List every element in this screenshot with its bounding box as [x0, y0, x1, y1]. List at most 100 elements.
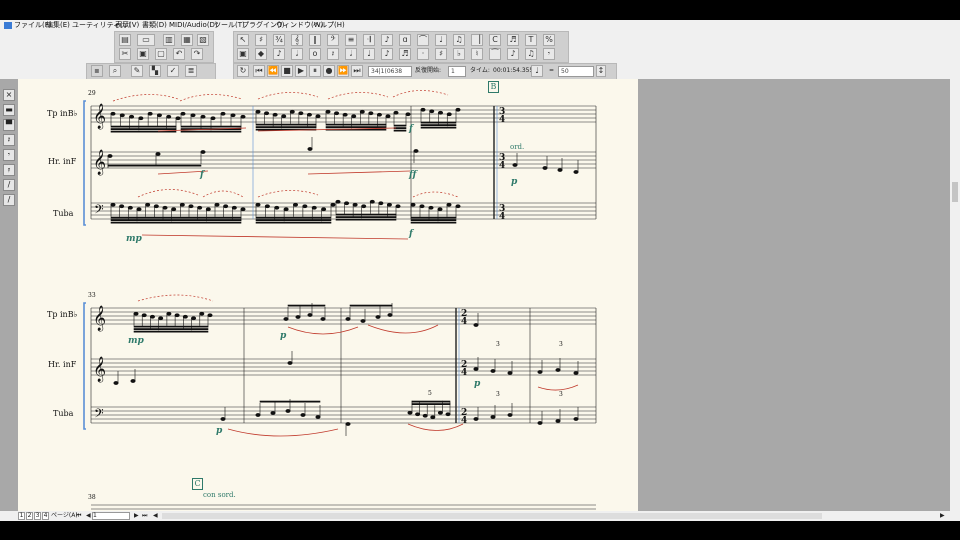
dynamic-mp-tp2[interactable]: mp	[128, 336, 144, 346]
dynamic-ff-hr1[interactable]: ff	[409, 170, 416, 180]
page-4-button[interactable]: 4	[42, 512, 49, 520]
staff-label-trumpet-2[interactable]: Tp inB♭	[47, 310, 77, 319]
dynamic-p-hr1[interactable]: p	[511, 177, 517, 187]
copy-icon[interactable]: ▣	[137, 48, 149, 60]
smart-shape-icon[interactable]: ⌒	[417, 34, 429, 46]
horizontal-scrollbar[interactable]	[162, 513, 822, 519]
vertical-scroll-thumb[interactable]	[952, 182, 958, 202]
pause-icon[interactable]: ⏸	[309, 65, 321, 77]
staff-label-trumpet-1[interactable]: Tp inB♭	[47, 109, 77, 118]
rest-tool-icon[interactable]: 𝄾	[543, 48, 555, 60]
chord-tool-icon[interactable]: ♫	[453, 34, 465, 46]
dot-icon[interactable]: ·	[417, 48, 429, 60]
grace-note-icon[interactable]: ♪	[507, 48, 519, 60]
menu-view[interactable]: 表示(V)	[115, 21, 139, 30]
last-page-icon[interactable]: ⏭	[142, 511, 147, 521]
flat-icon[interactable]: ♭	[453, 48, 465, 60]
menu-edit[interactable]: 編集(E)	[46, 21, 70, 30]
time-signature-icon[interactable]: ¾	[273, 34, 285, 46]
selection-tool-icon[interactable]: ↖	[237, 34, 249, 46]
layout-icon[interactable]: ▚	[149, 65, 161, 77]
staff-label-tuba-1[interactable]: Tuba	[53, 209, 73, 218]
loop-icon[interactable]: ↻	[237, 65, 249, 77]
half-note-icon[interactable]: 𝅗𝅥	[345, 48, 357, 60]
sharp-icon[interactable]: ♯	[435, 48, 447, 60]
palette-slash2-icon[interactable]: /	[3, 194, 15, 206]
tuplet-tool-icon[interactable]: ♩	[435, 34, 447, 46]
hyperscribe-icon[interactable]: ◆	[255, 48, 267, 60]
quarter-note-icon[interactable]: ♩	[363, 48, 375, 60]
eighth-note-icon[interactable]: ♪	[381, 48, 393, 60]
wrench-icon[interactable]: ✎	[131, 65, 143, 77]
check-icon[interactable]: ✓	[167, 65, 179, 77]
note-mover-icon[interactable]: ♬	[507, 34, 519, 46]
new-icon[interactable]: ▤	[119, 34, 131, 46]
vertical-scrollbar[interactable]	[950, 79, 960, 511]
palette-eighth-rest-icon[interactable]: 𝄾	[3, 149, 15, 161]
rest-icon[interactable]: 𝄽	[327, 48, 339, 60]
palette-close-icon[interactable]: ×	[3, 89, 15, 101]
dynamic-p-hr2[interactable]: p	[474, 379, 480, 389]
dynamic-f-hr1[interactable]: f	[200, 170, 204, 180]
page-2-button[interactable]: 2	[26, 512, 33, 520]
sixteenth-note-icon[interactable]: ♬	[399, 48, 411, 60]
position-counter[interactable]: 34|1(0638	[368, 66, 412, 77]
mirror-tool-icon[interactable]: ▕	[471, 34, 483, 46]
menu-document[interactable]: 書類(D)	[142, 21, 167, 30]
beam-icon[interactable]: ♫	[525, 48, 537, 60]
scroll-right-icon[interactable]: ▶	[940, 511, 945, 521]
palette-whole-rest-icon[interactable]: ▀	[3, 119, 15, 131]
save-icon[interactable]: ▦	[181, 34, 193, 46]
key-signature-icon[interactable]: ♯	[255, 34, 267, 46]
export-icon[interactable]: ▧	[197, 34, 209, 46]
whole-note-icon[interactable]: o	[309, 48, 321, 60]
staff-tools-icon[interactable]: ≣	[185, 65, 197, 77]
repeat-start-select[interactable]: 1	[448, 66, 466, 77]
print-icon[interactable]: ▥	[163, 34, 175, 46]
undo-icon[interactable]: ↶	[173, 48, 185, 60]
first-page-icon[interactable]: ⏮	[76, 511, 81, 521]
tempo-input[interactable]: 50	[558, 66, 594, 77]
bass-clef-icon[interactable]: 𝄢	[327, 34, 339, 46]
dynamic-f-tuba1[interactable]: f	[409, 229, 413, 239]
clef-tool-icon[interactable]: 𝄞	[291, 34, 303, 46]
measure-tool-icon[interactable]: ‖	[309, 34, 321, 46]
graphics-tool-icon[interactable]: ▣	[237, 48, 249, 60]
staff-label-horn-2[interactable]: Hr. inF	[48, 360, 76, 369]
menu-help[interactable]: ヘルプ(H)	[313, 21, 345, 30]
record-icon[interactable]: ●	[323, 65, 335, 77]
staff-tool-icon[interactable]: ≡	[345, 34, 357, 46]
palette-slash-icon[interactable]: /	[3, 179, 15, 191]
play-icon[interactable]: ▶	[295, 65, 307, 77]
speedy-entry-icon[interactable]: ♪	[273, 48, 285, 60]
page-1-button[interactable]: 1	[18, 512, 25, 520]
scroll-left-icon[interactable]: ◀	[153, 511, 158, 521]
zoom-icon[interactable]: ⌕	[109, 65, 121, 77]
palette-sixteenth-rest-icon[interactable]: 𝄿	[3, 164, 15, 176]
page-input[interactable]: 1	[92, 512, 130, 520]
forward-end-icon[interactable]: ⏭	[351, 65, 363, 77]
special-tools-icon[interactable]: C	[489, 34, 501, 46]
paste-icon[interactable]: ▢	[155, 48, 167, 60]
fast-forward-icon[interactable]: ⏩	[337, 65, 349, 77]
score-page[interactable]: 𝄞 𝄞 𝄢 𝄞 𝄞 𝄢 3 4 3 4 3 4 2 4 2 4 2 4 Tp i…	[18, 79, 638, 511]
rewind-start-icon[interactable]: ⏮	[253, 65, 265, 77]
stop-icon[interactable]: ■	[281, 65, 293, 77]
ord-text[interactable]: ord.	[510, 143, 524, 151]
con-sord-text[interactable]: con sord.	[203, 491, 236, 499]
page-3-button[interactable]: 3	[34, 512, 41, 520]
natural-icon[interactable]: ♮	[471, 48, 483, 60]
dynamic-p-tp2[interactable]: p	[280, 331, 286, 341]
staff-label-tuba-2[interactable]: Tuba	[53, 409, 73, 418]
tempo-note-icon[interactable]: ♩	[531, 65, 543, 77]
page-view-icon[interactable]: ▪	[91, 65, 103, 77]
dynamic-f-tp1[interactable]: f	[409, 124, 413, 134]
redo-icon[interactable]: ↷	[191, 48, 203, 60]
staff-label-horn-1[interactable]: Hr. inF	[48, 157, 76, 166]
rehearsal-mark-b[interactable]: B	[488, 81, 499, 93]
tempo-spinner-icon[interactable]: ↕	[596, 65, 606, 77]
prev-page-icon[interactable]: ◀	[86, 511, 91, 521]
dynamic-mp-tuba1[interactable]: mp	[126, 234, 142, 244]
rewind-icon[interactable]: ⏪	[267, 65, 279, 77]
lyrics-tool-icon[interactable]: %	[543, 34, 555, 46]
